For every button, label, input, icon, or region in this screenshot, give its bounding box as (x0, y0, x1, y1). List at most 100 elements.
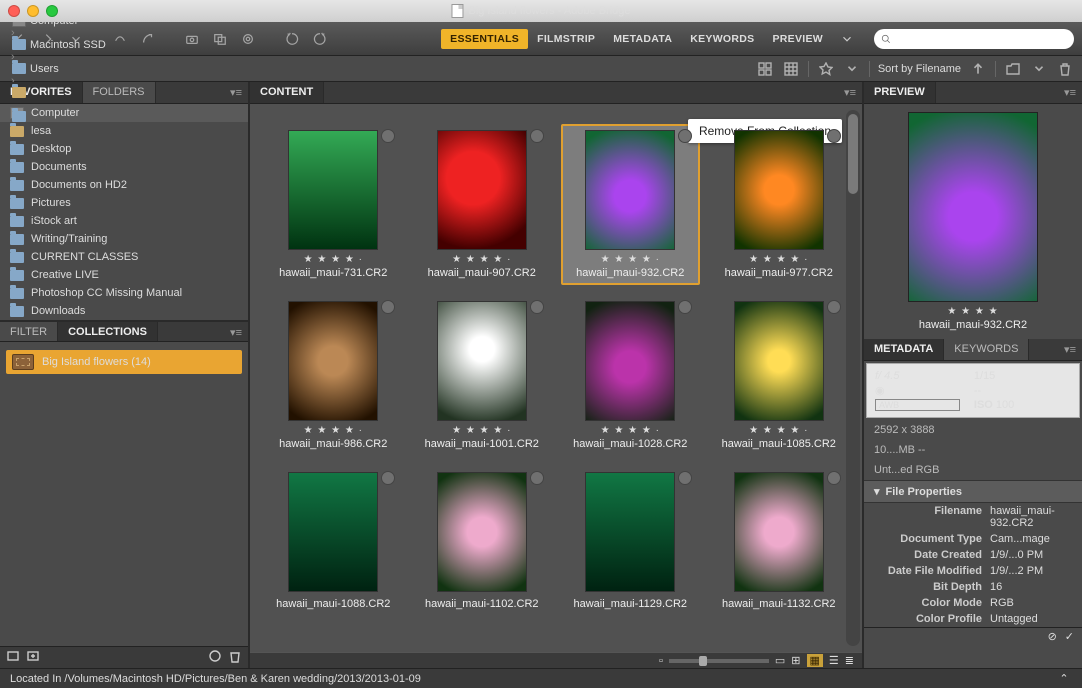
file-properties-header[interactable]: ▾File Properties (864, 480, 1082, 503)
thumbnail-size-slider[interactable] (669, 659, 769, 663)
file-property-row: Date Created1/9/...0 PM (864, 547, 1082, 563)
scrollbar-thumb[interactable] (848, 114, 858, 194)
thumbnail-item[interactable]: hawaii_maui-1088.CR2 (264, 466, 403, 616)
rating-stars[interactable]: ★ ★ ★ ★ · (601, 254, 660, 265)
rating-stars[interactable]: ★ ★ ★ ★ · (601, 425, 660, 436)
open-recent-icon[interactable] (1030, 60, 1048, 78)
rating-stars[interactable]: ★ ★ ★ ★ · (749, 254, 808, 265)
property-key: Date File Modified (874, 565, 982, 577)
new-folder-icon[interactable] (1004, 60, 1022, 78)
close-window-button[interactable] (8, 5, 20, 17)
favorites-item[interactable]: Writing/Training (0, 230, 248, 248)
camera-download-icon[interactable] (180, 28, 204, 50)
grid-view-icon[interactable] (782, 60, 800, 78)
favorites-item[interactable]: Documents on HD2 (0, 176, 248, 194)
refine-button[interactable] (208, 28, 232, 50)
filter-dropdown[interactable] (843, 60, 861, 78)
content-scrollbar[interactable] (846, 110, 860, 646)
thumbnail-item[interactable]: ★ ★ ★ ★ ·hawaii_maui-1028.CR2 (561, 295, 700, 456)
zoom-window-button[interactable] (46, 5, 58, 17)
delete-collection-icon[interactable] (228, 649, 242, 666)
cancel-metadata-icon[interactable]: ⊘ (1048, 630, 1057, 643)
rotate-cw-button[interactable] (308, 28, 332, 50)
favorites-item[interactable]: Downloads (0, 302, 248, 320)
thumbnail-item[interactable]: ★ ★ ★ ★ ·hawaii_maui-1001.CR2 (413, 295, 552, 456)
favorites-label: Downloads (31, 305, 85, 317)
thumbnail-item[interactable]: hawaii_maui-1129.CR2 (561, 466, 700, 616)
view-details-icon[interactable]: ☰ (829, 654, 839, 667)
forward-button[interactable] (36, 28, 60, 50)
thumbnail-item[interactable]: ★ ★ ★ ★ ·hawaii_maui-977.CR2 (710, 124, 849, 285)
tab-filter[interactable]: FILTER (0, 322, 58, 341)
tab-folders[interactable]: FOLDERS (83, 82, 156, 103)
status-chevron-icon[interactable]: ⌃ (1056, 672, 1072, 686)
favorites-item[interactable]: iStock art (0, 212, 248, 230)
tab-keywords[interactable]: KEYWORDS (944, 339, 1029, 360)
tab-metadata[interactable]: METADATA (864, 339, 944, 360)
panel-menu-icon[interactable]: ▾≡ (224, 322, 248, 341)
favorites-item[interactable]: Creative LIVE (0, 266, 248, 284)
panel-menu-icon[interactable]: ▾≡ (838, 82, 862, 103)
filter-star-icon[interactable] (817, 60, 835, 78)
open-in-camera-raw-button[interactable] (236, 28, 260, 50)
breadcrumb-item[interactable]: Users (8, 63, 120, 75)
tab-collections[interactable]: COLLECTIONS (58, 322, 158, 341)
view-grid-icon[interactable]: ▦ (807, 654, 823, 667)
rating-stars[interactable]: ★ ★ ★ ★ · (304, 425, 363, 436)
search-box[interactable] (874, 29, 1074, 49)
apply-metadata-icon[interactable]: ✓ (1065, 630, 1074, 643)
grid-lock-icon[interactable]: ⊞ (791, 654, 800, 667)
favorites-item[interactable]: Photoshop CC Missing Manual (0, 284, 248, 302)
thumbnail-item[interactable]: ★ ★ ★ ★ ·hawaii_maui-907.CR2 (413, 124, 552, 285)
collection-item[interactable]: Big Island flowers (14) (6, 350, 242, 374)
panel-menu-icon[interactable]: ▾≡ (1058, 339, 1082, 360)
tab-preview[interactable]: PREVIEW (864, 82, 936, 103)
rating-stars[interactable]: ★ ★ ★ ★ · (452, 425, 511, 436)
view-list-icon[interactable]: ≣ (845, 654, 854, 667)
favorites-label: Creative LIVE (31, 269, 99, 281)
content-header: CONTENT ▾≡ (250, 82, 862, 104)
workspace-essentials[interactable]: ESSENTIALS (441, 29, 528, 49)
thumbnail-item[interactable]: ★ ★ ★ ★ ·hawaii_maui-1085.CR2 (710, 295, 849, 456)
thumbnail-item[interactable]: ★ ★ ★ ★ ·hawaii_maui-731.CR2 (264, 124, 403, 285)
rating-stars[interactable]: ★ ★ ★ ★ · (304, 254, 363, 265)
thumbnail-item[interactable]: hawaii_maui-1132.CR2 (710, 466, 849, 616)
thumbnail-item[interactable]: ★ ★ ★ ★ ·hawaii_maui-932.CR2 (561, 124, 700, 285)
search-input[interactable] (892, 33, 1068, 45)
workspace-keywords[interactable]: KEYWORDS (681, 29, 763, 49)
thumbnail-quality-icon[interactable] (756, 60, 774, 78)
sort-direction-icon[interactable] (969, 60, 987, 78)
workspace-filmstrip[interactable]: FILMSTRIP (528, 29, 604, 49)
thumb-size-small-icon[interactable]: ▫ (659, 655, 663, 667)
thumbnail-item[interactable]: hawaii_maui-1102.CR2 (413, 466, 552, 616)
preview-rating[interactable]: ★ ★ ★ ★ (872, 306, 1074, 317)
favorites-item[interactable]: CURRENT CLASSES (0, 248, 248, 266)
favorites-item[interactable]: lesa (0, 122, 248, 140)
trash-icon[interactable] (1056, 60, 1074, 78)
new-collection-icon[interactable] (6, 649, 20, 666)
workspace-preview[interactable]: PREVIEW (763, 29, 832, 49)
workspace-menu-dropdown[interactable] (836, 32, 858, 46)
folder-icon (12, 39, 26, 50)
favorites-item[interactable]: Pictures (0, 194, 248, 212)
minimize-window-button[interactable] (27, 5, 39, 17)
reveal-button[interactable] (108, 28, 132, 50)
thumbnail-item[interactable]: ★ ★ ★ ★ ·hawaii_maui-986.CR2 (264, 295, 403, 456)
favorites-item[interactable]: Documents (0, 158, 248, 176)
edit-collection-icon[interactable] (208, 649, 222, 666)
rotate-ccw-button[interactable] (280, 28, 304, 50)
boomerang-button[interactable] (136, 28, 160, 50)
recent-dropdown[interactable] (64, 28, 88, 50)
thumb-size-large-icon[interactable]: ▭ (775, 654, 785, 667)
panel-menu-icon[interactable]: ▾≡ (224, 82, 248, 103)
rating-stars[interactable]: ★ ★ ★ ★ · (452, 254, 511, 265)
rating-stars[interactable]: ★ ★ ★ ★ · (749, 425, 808, 436)
new-smart-collection-icon[interactable] (26, 649, 40, 666)
favorites-item[interactable]: Computer (0, 104, 248, 122)
tab-content[interactable]: CONTENT (250, 82, 324, 103)
iso-label: ISO (974, 399, 993, 411)
favorites-item[interactable]: Desktop (0, 140, 248, 158)
sort-label[interactable]: Sort by Filename (878, 63, 961, 75)
workspace-metadata[interactable]: METADATA (604, 29, 681, 49)
panel-menu-icon[interactable]: ▾≡ (1058, 82, 1082, 103)
